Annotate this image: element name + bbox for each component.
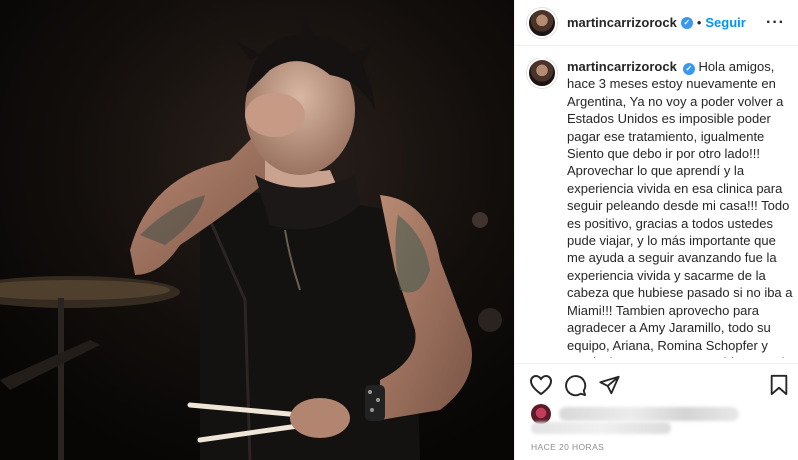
drummer-photo-illustration (0, 0, 514, 460)
caption-body: Hola amigos, hace 3 meses estoy nuevamen… (567, 59, 793, 358)
liker-avatar[interactable] (531, 404, 551, 424)
post-timestamp[interactable]: HACE 20 HORAS (531, 442, 604, 452)
liked-by-row (531, 404, 739, 424)
separator-dot: • (696, 15, 702, 30)
post-header: martincarrizorock ✓ • Seguir ··· (515, 0, 798, 46)
post-side-panel: martincarrizorock ✓ • Seguir ··· martinc… (514, 0, 798, 460)
caption-text: martincarrizorock ✓ Hola amigos, hace 3 m… (567, 58, 793, 358)
caption-author-username[interactable]: martincarrizorock (567, 59, 677, 74)
post-photo[interactable] (0, 0, 514, 460)
blurred-likes-text (559, 407, 739, 421)
post-actions: HACE 20 HORAS (515, 363, 798, 460)
caption-verified-badge-icon: ✓ (682, 62, 695, 75)
author-avatar[interactable] (527, 7, 557, 38)
comment-icon[interactable] (564, 374, 587, 397)
bookmark-icon[interactable] (769, 374, 789, 396)
blurred-secondary-text (531, 422, 671, 434)
heart-icon[interactable] (529, 374, 553, 396)
share-icon[interactable] (598, 374, 621, 396)
author-username[interactable]: martincarrizorock (567, 15, 677, 30)
verified-badge-icon: ✓ (680, 16, 693, 29)
follow-button[interactable]: Seguir (705, 15, 745, 30)
more-options-icon[interactable]: ··· (766, 14, 785, 32)
instagram-post: martincarrizorock ✓ • Seguir ··· martinc… (0, 0, 798, 460)
caption-author-avatar[interactable] (527, 58, 557, 88)
caption-container: martincarrizorock ✓ Hola amigos, hace 3 m… (515, 58, 798, 358)
